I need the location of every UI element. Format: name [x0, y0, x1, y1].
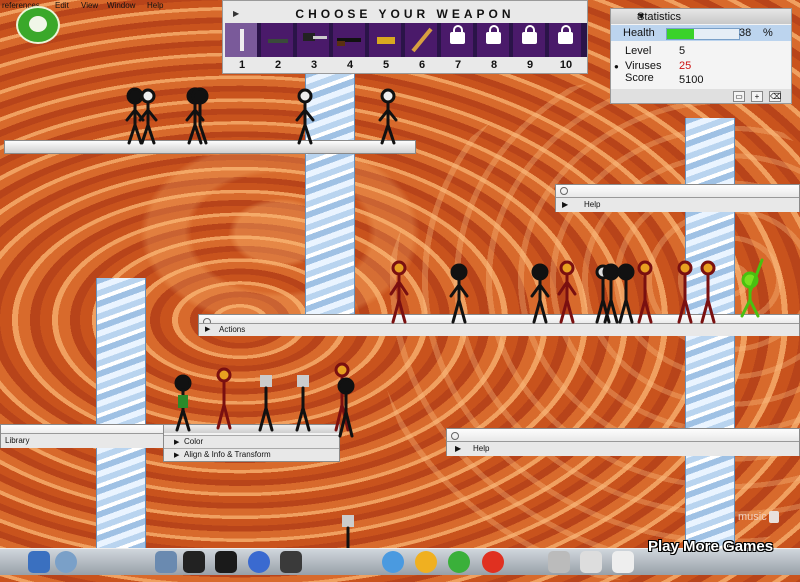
- slot-number: 1: [238, 59, 246, 71]
- virus-stickman[interactable]: [378, 88, 398, 145]
- slot-number: 3: [310, 59, 318, 71]
- safari-icon[interactable]: [382, 551, 404, 573]
- fire-stickman[interactable]: [637, 260, 653, 324]
- app-icon[interactable]: [248, 551, 270, 573]
- level-label: Level: [625, 45, 652, 57]
- app-icon[interactable]: [580, 551, 602, 573]
- app-icon[interactable]: [183, 551, 205, 573]
- health-value: 38: [739, 27, 752, 39]
- statistics-footer: ▭ + ⌫: [611, 89, 791, 103]
- lock-icon: [450, 25, 465, 44]
- statistics-header[interactable]: ▼ Statistics ≡: [611, 9, 791, 24]
- folder-icon[interactable]: ▭: [733, 91, 745, 102]
- app-icon[interactable]: [280, 551, 302, 573]
- virus-stickman[interactable]: [602, 263, 620, 324]
- music-toggle[interactable]: music: [738, 511, 779, 524]
- slot-number: 6: [418, 59, 426, 71]
- movie-icon[interactable]: [215, 551, 237, 573]
- health-label: Health: [623, 27, 655, 39]
- virus-stickman[interactable]: [295, 88, 315, 145]
- virus-stickman[interactable]: [449, 263, 469, 324]
- fire-stickman[interactable]: [389, 260, 409, 324]
- music-label: music: [738, 511, 767, 523]
- score-label: Score: [625, 72, 654, 84]
- slot-number: 8: [490, 59, 498, 71]
- health-unit: %: [763, 27, 773, 39]
- viruses-label: Viruses: [625, 60, 662, 72]
- speaker-icon: [768, 511, 779, 524]
- fire-stickman[interactable]: [677, 260, 693, 324]
- statistics-title: Statistics: [637, 11, 682, 23]
- virus-stickman[interactable]: [174, 374, 192, 432]
- slot-number: 9: [526, 59, 534, 71]
- lock-icon: [558, 25, 573, 44]
- virus-stickman[interactable]: [617, 263, 635, 324]
- trash-icon[interactable]: ⌫: [769, 91, 781, 102]
- score-value: 5100: [679, 74, 704, 86]
- virus-stickman[interactable]: [138, 88, 158, 145]
- fire-stickman[interactable]: [700, 260, 716, 324]
- menu-lines-icon[interactable]: ≡: [637, 11, 642, 21]
- finder-icon[interactable]: [28, 551, 50, 573]
- app-icon[interactable]: [612, 551, 634, 573]
- weapon-slot-5[interactable]: [369, 23, 403, 57]
- level-value: 5: [679, 45, 686, 57]
- app-icon[interactable]: [482, 551, 504, 573]
- weapon-slot-7[interactable]: [441, 23, 475, 57]
- viruses-value: 25: [679, 60, 692, 72]
- app-icon[interactable]: [415, 551, 437, 573]
- fire-stickman[interactable]: [216, 367, 232, 430]
- weapon-slot-9[interactable]: [513, 23, 547, 57]
- weapon-chooser-panel: ▶ CHOOSE YOUR WEAPON 1 2 3 4 5 6 7 8 9 1…: [222, 0, 588, 74]
- weapon-slot-3[interactable]: [297, 23, 331, 57]
- health-bar-fill: [667, 29, 695, 39]
- app-icon[interactable]: [548, 551, 570, 573]
- app-icon[interactable]: [55, 551, 77, 573]
- slot-number: 5: [382, 59, 390, 71]
- weapon-slot-2[interactable]: [261, 23, 295, 57]
- virus-stickman[interactable]: [295, 375, 311, 432]
- virus-stickman[interactable]: [530, 263, 550, 324]
- add-icon[interactable]: +: [751, 91, 763, 102]
- weapon-slot-8[interactable]: [477, 23, 511, 57]
- weapon-slots: [225, 23, 587, 57]
- slot-number: 4: [346, 59, 354, 71]
- weapon-panel-title: CHOOSE YOUR WEAPON: [295, 7, 515, 21]
- app-icon[interactable]: [155, 551, 177, 573]
- lock-icon: [522, 25, 537, 44]
- weapon-slot-6[interactable]: [405, 23, 439, 57]
- health-bar: [666, 28, 740, 40]
- slot-number: 2: [274, 59, 282, 71]
- weapon-slot-10[interactable]: [549, 23, 583, 57]
- slot-number: 10: [559, 59, 573, 71]
- slot-number: 7: [454, 59, 462, 71]
- lock-icon: [486, 25, 501, 44]
- player-stickman[interactable]: [740, 258, 764, 318]
- play-more-games-link[interactable]: Play More Games: [648, 538, 773, 555]
- health-row: Health 38 %: [611, 25, 791, 41]
- statistics-panel: ▼ Statistics ≡ Health 38 % Level 5 ● Vir…: [610, 8, 792, 104]
- bullet-dot-icon: ●: [614, 62, 619, 71]
- weapon-slot-4[interactable]: [333, 23, 367, 57]
- app-icon[interactable]: [448, 551, 470, 573]
- weapon-slot-1[interactable]: [225, 23, 259, 57]
- fire-stickman[interactable]: [557, 260, 577, 324]
- virus-stickman[interactable]: [258, 375, 274, 432]
